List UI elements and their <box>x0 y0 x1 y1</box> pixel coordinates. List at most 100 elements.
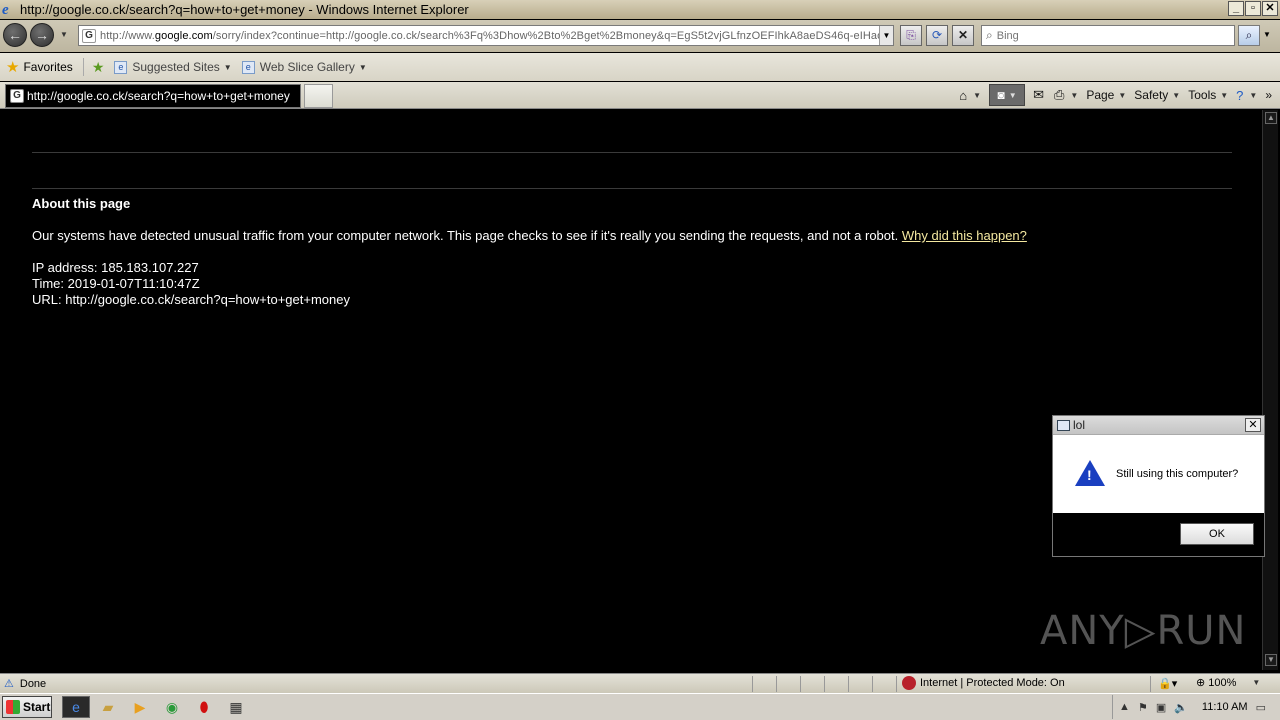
maximize-button[interactable]: ▫ <box>1245 1 1261 16</box>
forward-button[interactable]: → <box>30 23 54 47</box>
security-zone[interactable]: Internet | Protected Mode: On <box>902 676 1065 690</box>
volume-icon[interactable]: 🔈 <box>1174 701 1188 714</box>
ie-logo-icon: e <box>2 1 9 18</box>
print-button[interactable]: ⎙ ▼ <box>1054 87 1078 103</box>
favorites-button[interactable]: ★ Favorites <box>6 58 73 76</box>
page-menu[interactable]: Page ▼ <box>1086 88 1126 102</box>
start-button[interactable]: Start <box>2 696 52 718</box>
search-box[interactable]: ⌕ <box>981 25 1235 46</box>
chrome-icon: ◉ <box>165 698 179 715</box>
ie-icon: e <box>72 699 80 715</box>
feeds-button[interactable]: ◙ ▼ <box>989 84 1026 106</box>
chevron-down-icon: ▼ <box>1070 90 1079 100</box>
dialog-footer: OK <box>1053 513 1264 556</box>
printer-icon: ⎙ <box>1053 87 1065 102</box>
status-divider <box>848 676 849 692</box>
warning-icon: ! <box>1075 460 1105 486</box>
time-text: Time: 2019-01-07T11:10:47Z <box>32 276 200 291</box>
more-commands-icon[interactable]: » <box>1265 88 1272 102</box>
home-button[interactable]: ⌂ ▼ <box>959 88 981 103</box>
address-bar[interactable]: G http://www.google.com/sorry/index?cont… <box>78 25 894 46</box>
protected-mode-icon[interactable]: 🔒▾ <box>1158 677 1177 690</box>
window-title: http://google.co.ck/search?q=how+to+get+… <box>20 2 469 17</box>
taskbar-explorer-button[interactable]: ▰ <box>94 696 122 718</box>
compatibility-view-button[interactable]: ⎘ <box>900 25 922 46</box>
status-text: Done <box>19 677 47 690</box>
scroll-down-icon[interactable]: ▼ <box>1265 654 1277 666</box>
vertical-scrollbar[interactable]: ▲ ▼ <box>1262 110 1278 670</box>
rss-icon: ◙ <box>997 88 1005 102</box>
add-to-favorites-icon[interactable]: ★ <box>92 59 105 76</box>
search-options-dropdown-icon[interactable]: ▼ <box>1263 30 1271 39</box>
chevron-down-icon: ▼ <box>1252 678 1261 687</box>
clock[interactable]: 11:10 AM <box>1202 701 1248 713</box>
recent-pages-dropdown-icon[interactable]: ▼ <box>60 30 68 39</box>
minimize-button[interactable]: _ <box>1228 1 1244 16</box>
page-content: About this page Our systems have detecte… <box>2 110 1262 670</box>
status-divider <box>1150 676 1151 692</box>
safety-menu[interactable]: Safety ▼ <box>1134 88 1180 102</box>
divider <box>32 152 1232 153</box>
web-slice-gallery-link[interactable]: e Web Slice Gallery ▼ <box>241 60 367 74</box>
zoom-control[interactable]: ⊕ 100% ▼ <box>1196 676 1261 690</box>
zoom-icon: ⊕ <box>1196 677 1206 689</box>
favorites-divider <box>82 58 84 76</box>
status-divider <box>752 676 753 692</box>
taskbar-ie-button[interactable]: e <box>62 696 90 718</box>
status-bar: ⚠ Done Internet | Protected Mode: On 🔒▾ … <box>0 673 1280 693</box>
taskbar-opera-button[interactable]: ⬮ <box>190 696 218 718</box>
new-tab-button[interactable] <box>304 84 333 108</box>
show-hidden-icons-icon[interactable]: ▲ <box>1119 701 1130 713</box>
ok-button[interactable]: OK <box>1180 523 1254 545</box>
show-desktop-icon[interactable]: ▭ <box>1256 701 1266 714</box>
action-center-flag-icon[interactable]: ⚑ <box>1138 701 1148 714</box>
taskbar-calculator-button[interactable]: ▦ <box>222 696 250 718</box>
back-button[interactable]: ← <box>3 23 27 47</box>
dialog-close-button[interactable]: ✕ <box>1245 418 1261 432</box>
chevron-down-icon: ▼ <box>1008 90 1017 100</box>
status-divider <box>800 676 801 692</box>
chevron-down-icon: ▼ <box>1118 90 1127 100</box>
message-dialog: lol ✕ ! Still using this computer? OK <box>1052 415 1265 557</box>
search-provider-icon: ⌕ <box>986 28 993 42</box>
google-favicon-icon: G <box>82 28 96 43</box>
chevron-down-icon: ▼ <box>973 90 982 100</box>
status-divider <box>872 676 873 692</box>
page-status-icon: ⚠ <box>4 678 14 690</box>
tools-menu[interactable]: Tools ▼ <box>1188 88 1228 102</box>
search-input[interactable] <box>996 29 1217 42</box>
calculator-icon: ▦ <box>229 698 243 715</box>
refresh-button[interactable]: ⟳ <box>926 25 948 46</box>
address-url: http://www.google.com/sorry/index?contin… <box>100 29 890 42</box>
url-text: URL: http://google.co.ck/search?q=how+to… <box>32 292 350 307</box>
network-icon[interactable]: ▣ <box>1156 701 1166 714</box>
star-icon: ★ <box>6 59 20 76</box>
navigation-bar: ← → ▼ G http://www.google.com/sorry/inde… <box>0 20 1280 52</box>
close-button[interactable]: ✕ <box>1262 1 1278 16</box>
dialog-message: Still using this computer? <box>1116 468 1239 480</box>
scroll-up-icon[interactable]: ▲ <box>1265 112 1277 124</box>
status-divider <box>776 676 777 692</box>
taskbar-chrome-button[interactable]: ◉ <box>158 696 186 718</box>
favorites-bar: ★ Favorites ★ e Suggested Sites ▼ e Web … <box>0 53 1280 81</box>
status-divider <box>896 676 897 692</box>
read-mail-button[interactable]: ✉ <box>1033 87 1046 103</box>
window-icon <box>1057 419 1070 431</box>
command-bar: ⌂ ▼ ◙ ▼ ✉ ⎙ ▼ Page ▼ Safety ▼ Tools ▼ ? ▼ » <box>959 82 1280 108</box>
chevron-down-icon: ▼ <box>358 62 367 72</box>
google-favicon-icon: G <box>10 89 24 103</box>
taskbar: Start e ▰ ▶ ◉ ⬮ ▦ ▲ ⚑ ▣ 🔈 11:10 AM ▭ <box>0 693 1280 720</box>
suggested-sites-link[interactable]: e Suggested Sites ▼ <box>114 60 232 74</box>
help-menu[interactable]: ? ▼ <box>1236 88 1257 103</box>
ie-page-icon: e <box>114 60 128 74</box>
chevron-down-icon: ▼ <box>223 62 232 72</box>
stop-button[interactable]: ✕ <box>952 25 974 46</box>
address-dropdown-icon[interactable]: ▼ <box>879 26 893 45</box>
chevron-down-icon: ▼ <box>1220 90 1229 100</box>
tab-active[interactable]: G http://google.co.ck/search?q=how+to+ge… <box>5 84 301 108</box>
search-button[interactable]: ⌕ <box>1238 25 1260 46</box>
ie-page-icon: e <box>241 60 255 74</box>
taskbar-media-player-button[interactable]: ▶ <box>126 696 154 718</box>
why-did-this-happen-link[interactable]: Why did this happen? <box>902 228 1027 243</box>
title-bar: e http://google.co.ck/search?q=how+to+ge… <box>0 0 1280 19</box>
